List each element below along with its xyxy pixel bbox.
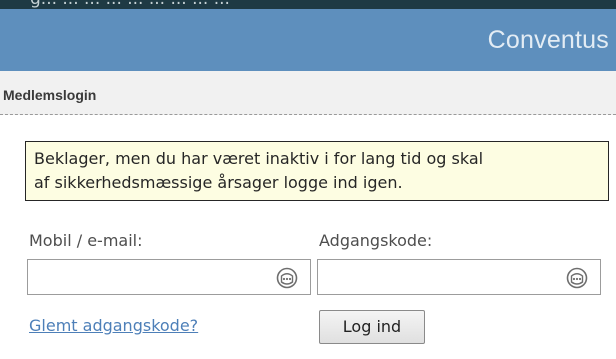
section-title: Medlemslogin: [3, 87, 97, 103]
username-field[interactable]: [27, 259, 311, 295]
header-bar: Conventus: [0, 9, 616, 71]
notice-line-1: Beklager, men du har været inaktiv i for…: [34, 149, 484, 168]
password-manager-icon[interactable]: [276, 267, 298, 289]
top-strip: g... ... ... ... ... ... ... ... ...: [0, 0, 616, 9]
password-field[interactable]: [317, 259, 601, 295]
password-label: Adgangskode:: [319, 231, 433, 250]
section-bar: Medlemslogin: [0, 71, 616, 115]
brand-logo: Conventus: [487, 26, 609, 54]
login-button[interactable]: Log ind: [319, 310, 425, 344]
notice-line-2: af sikkerhedsmæssige årsager logge ind i…: [34, 173, 403, 192]
forgot-password-link[interactable]: Glemt adgangskode?: [29, 316, 198, 335]
top-strip-text: g... ... ... ... ... ... ... ... ...: [30, 0, 230, 9]
inactivity-notice: Beklager, men du har været inaktiv i for…: [25, 141, 609, 201]
password-manager-icon[interactable]: [566, 267, 588, 289]
username-label: Mobil / e-mail:: [29, 231, 143, 250]
